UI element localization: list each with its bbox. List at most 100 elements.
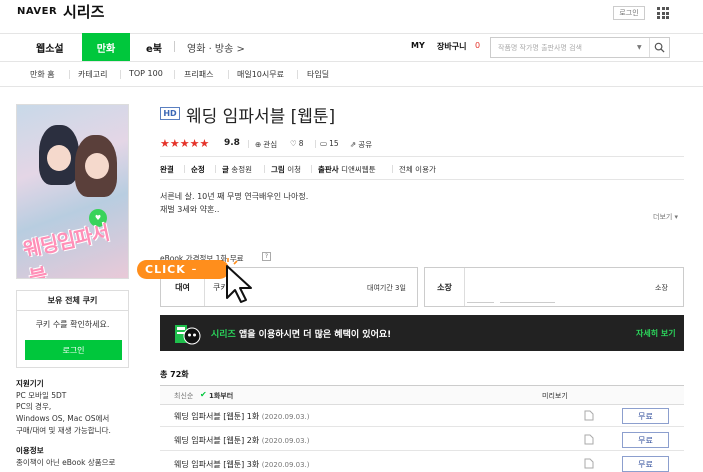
info-age: 전체 이용가 xyxy=(399,165,436,174)
info-publisher[interactable]: 출판사 디앤씨웹툰 xyxy=(318,164,376,175)
app-promo-more-link[interactable]: 자세히 보기 xyxy=(636,328,676,339)
rent-period: 대여기간 3일 xyxy=(367,284,406,292)
info-separator xyxy=(184,165,185,173)
like-button[interactable]: ♡ 8 xyxy=(290,139,304,148)
app-promo-text: 시리즈 앱을 이용하시면 더 많은 혜택이 있어요! xyxy=(211,330,392,340)
episode-count: 총 72화 xyxy=(160,370,189,379)
episode-row[interactable]: 웨딩 임파서블 [웹툰] 1화 (2020.09.03.) 무료 xyxy=(160,405,684,427)
search-filter-caret-icon[interactable]: ▼ xyxy=(637,44,649,51)
search-input[interactable]: 작품명 작가명 출판사명 검색 xyxy=(491,43,637,53)
info-genre[interactable]: 순정 xyxy=(191,164,205,175)
series-logo[interactable]: 시리즈 xyxy=(63,1,104,22)
description-line: 서른네 살. 10년 째 무명 연극배우인 나아정. xyxy=(160,192,309,201)
subnav-item-daily-free[interactable]: 매일10시무료 xyxy=(237,69,284,80)
login-button[interactable]: 로그인 xyxy=(613,6,645,20)
subnav-bottom-divider xyxy=(0,86,703,87)
nav-separator xyxy=(174,41,175,52)
search-box[interactable]: 작품명 작가명 출판사명 검색 ▼ xyxy=(490,37,670,58)
episode-toolbar: 최신순 ✔ 1화부터 미리보기 xyxy=(160,385,684,405)
search-icon[interactable] xyxy=(649,38,669,57)
own-label: 소장 xyxy=(425,268,465,306)
device-line: 구매/대여 및 재생 가능합니다. xyxy=(16,426,111,435)
rating-stars: ★★★★★ xyxy=(160,138,209,149)
preview-doc-icon[interactable] xyxy=(584,434,594,445)
subnav-item-category[interactable]: 카테고리 xyxy=(78,69,107,80)
subnav-item-top100[interactable]: TOP 100 xyxy=(129,69,163,78)
info-divider xyxy=(160,179,684,180)
check-icon: ✔ xyxy=(200,390,207,399)
cookie-box: 보유 전체 쿠키 쿠키 수를 확인하세요. 로그인 xyxy=(16,290,129,368)
info-writer[interactable]: 글 송정원 xyxy=(222,164,252,175)
subnav-separator xyxy=(174,70,175,79)
episode-row[interactable]: 웨딩 임파서블 [웹툰] 3화 (2020.09.03.) 무료 xyxy=(160,453,684,472)
comment-icon: ▭ xyxy=(320,139,328,148)
more-button[interactable]: 더보기 ▾ xyxy=(653,212,678,222)
episode-row[interactable]: 웨딩 임파서블 [웹툰] 2화 (2020.09.03.) 무료 xyxy=(160,429,684,451)
share-label: 공유 xyxy=(358,140,373,149)
cover-face-woman xyxy=(85,153,109,179)
subnav-separator xyxy=(228,70,229,79)
nav-my[interactable]: MY xyxy=(411,41,425,50)
cookie-login-button[interactable]: 로그인 xyxy=(25,340,122,360)
subnav-separator xyxy=(120,70,121,79)
device-line: PC의 경우, xyxy=(16,402,52,411)
click-dash-icon: – xyxy=(191,264,198,275)
info-separator xyxy=(264,165,265,173)
episode-title[interactable]: 웨딩 임파서블 [웹툰] 2화 (2020.09.03.) xyxy=(174,435,310,446)
usage-heading: 이용정보 xyxy=(16,446,44,455)
watch-button[interactable]: ⊕ 관심 xyxy=(255,139,277,150)
nav-tab-webnovel[interactable]: 웹소설 xyxy=(36,40,64,55)
info-separator xyxy=(215,165,216,173)
episode-free-button[interactable]: 무료 xyxy=(622,408,669,424)
click-annotation-badge: CLICK – xyxy=(137,260,229,279)
meta-separator xyxy=(248,140,249,148)
app-grid-icon[interactable] xyxy=(657,7,669,19)
series-app-mascot-icon xyxy=(175,325,201,345)
cart-count-badge: 0 xyxy=(475,41,481,50)
sort-latest-button[interactable]: 최신순 xyxy=(174,391,193,401)
own-option[interactable]: 소장 소장 xyxy=(424,267,684,307)
description-line: 재벌 3세와 약혼.. xyxy=(160,205,220,214)
comment-button[interactable]: ▭ 15 xyxy=(320,139,339,148)
hd-badge: HD xyxy=(160,107,180,120)
nav-tab-ebook[interactable]: e북 xyxy=(146,40,162,55)
subnav-divider xyxy=(0,61,703,62)
device-heading: 지원기기 xyxy=(16,379,44,388)
like-count: 8 xyxy=(298,139,304,148)
product-title: 웨딩 임파서블 [웹툰] xyxy=(186,107,336,127)
subnav-item-home[interactable]: 만화 홈 xyxy=(30,69,55,80)
help-icon[interactable]: ? xyxy=(262,252,271,261)
episode-title[interactable]: 웨딩 임파서블 [웹툰] 3화 (2020.09.03.) xyxy=(174,459,310,470)
usage-line: 종이책이 아닌 eBook 상품으로 xyxy=(16,458,116,467)
nav-tab-movie[interactable]: 영화 · 방송 > xyxy=(187,40,245,55)
naver-logo[interactable]: NAVER xyxy=(17,6,57,17)
episode-free-button[interactable]: 무료 xyxy=(622,432,669,448)
subnav-item-freepass[interactable]: 프리패스 xyxy=(184,69,213,80)
title-divider xyxy=(160,156,684,157)
nav-cart[interactable]: 장바구니 xyxy=(437,41,466,52)
preview-doc-icon[interactable] xyxy=(584,410,594,421)
episode-title[interactable]: 웨딩 임파서블 [웹툰] 1화 (2020.09.03.) xyxy=(174,411,310,422)
info-separator xyxy=(392,165,393,173)
device-line: PC 모바일 5DT xyxy=(16,391,67,400)
cover-image: ♥ 웨딩임파서블 xyxy=(16,104,129,279)
cover-title-art: 웨딩임파서블 xyxy=(20,220,112,279)
app-promo-banner[interactable]: 시리즈 앱을 이용하시면 더 많은 혜택이 있어요! 자세히 보기 xyxy=(160,315,684,351)
share-icon: ⇗ xyxy=(350,140,357,149)
mouse-cursor-icon xyxy=(220,258,252,303)
info-artist[interactable]: 그림 이청 xyxy=(271,164,301,175)
preview-doc-icon[interactable] xyxy=(584,458,594,469)
info-status: 완결 xyxy=(160,165,174,174)
meta-separator xyxy=(315,140,316,148)
share-button[interactable]: ⇗ 공유 xyxy=(350,139,372,150)
subnav-separator xyxy=(297,70,298,79)
subnav-separator xyxy=(69,70,70,79)
nav-tab-comics[interactable]: 만화 xyxy=(82,33,130,61)
own-price-placeholder xyxy=(500,302,555,303)
sort-first-button[interactable]: 1화부터 xyxy=(209,391,233,401)
episode-free-button[interactable]: 무료 xyxy=(622,456,669,472)
subnav-item-timedeal[interactable]: 타임딜 xyxy=(307,69,329,80)
cookie-box-heading: 보유 전체 쿠키 xyxy=(17,291,128,311)
own-price-label: 소장 xyxy=(655,284,668,292)
watch-label: 관심 xyxy=(263,140,278,149)
